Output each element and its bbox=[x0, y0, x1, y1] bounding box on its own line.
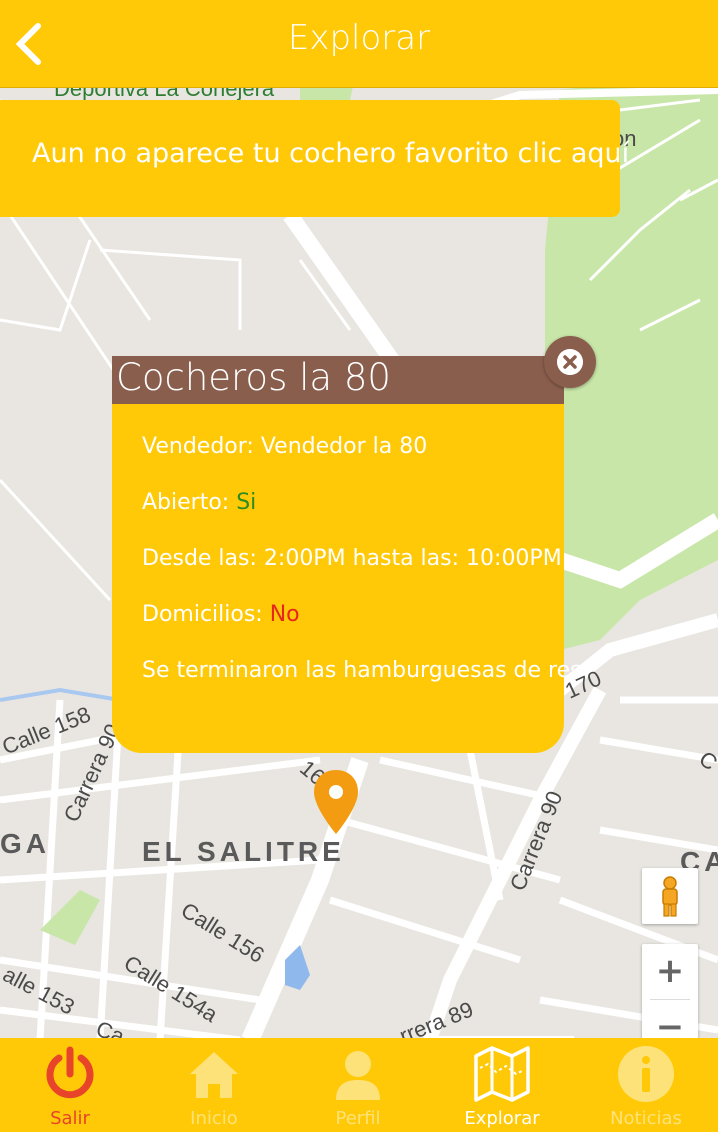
home-icon bbox=[190, 1052, 238, 1098]
area-label-ga: GA bbox=[0, 828, 50, 859]
cochero-info-window: Cocheros la 80 Vendedor: Vendedor la 80 … bbox=[112, 356, 582, 753]
area-label-el-salitre: EL SALITRE bbox=[142, 836, 345, 867]
nav-item-noticias[interactable]: Noticias bbox=[574, 1038, 718, 1132]
horario-desde: 2:00PM bbox=[263, 546, 346, 571]
domicilios-label: Domicilios: bbox=[142, 602, 263, 627]
abierto-row: Abierto: Si bbox=[142, 490, 256, 515]
banner-text: Aun no aparece tu cochero favorito clic … bbox=[32, 138, 630, 169]
power-icon bbox=[46, 1046, 94, 1099]
horario-hasta: 10:00PM bbox=[466, 546, 562, 571]
nav-item-salir[interactable]: Salir bbox=[0, 1038, 142, 1132]
nav-label-explorar: Explorar bbox=[464, 1108, 540, 1129]
info-icon bbox=[618, 1046, 674, 1102]
nav-label-perfil: Perfil bbox=[335, 1108, 381, 1129]
domicilios-value: No bbox=[269, 602, 300, 627]
user-icon bbox=[336, 1051, 380, 1100]
abierto-value: Si bbox=[236, 490, 257, 515]
app-header: Explorar bbox=[0, 0, 718, 88]
zoom-in-button[interactable]: + bbox=[642, 944, 698, 998]
street-view-button[interactable] bbox=[642, 868, 698, 924]
info-window-header: Cocheros la 80 bbox=[112, 356, 564, 404]
vendedor-row: Vendedor: Vendedor la 80 bbox=[142, 434, 427, 459]
map-icon bbox=[474, 1046, 530, 1102]
nav-item-explorar[interactable]: Explorar bbox=[430, 1038, 574, 1132]
nav-label-noticias: Noticias bbox=[610, 1108, 682, 1129]
close-info-button[interactable] bbox=[544, 336, 596, 388]
nav-label-salir: Salir bbox=[50, 1108, 90, 1129]
nota-text: Se terminaron las hamburguesas de res bbox=[142, 658, 582, 683]
nav-item-inicio[interactable]: Inicio bbox=[142, 1038, 286, 1132]
map-pin-icon[interactable] bbox=[312, 768, 360, 836]
abierto-label: Abierto: bbox=[142, 490, 230, 515]
pegman-icon bbox=[662, 876, 678, 917]
info-window-title: Cocheros la 80 bbox=[116, 356, 391, 399]
bottom-nav: Salir Inicio Perfil Explorar Noticias bbox=[0, 1038, 718, 1132]
add-cochero-banner[interactable]: Aun no aparece tu cochero favorito clic … bbox=[0, 100, 629, 217]
page-title: Explorar bbox=[287, 18, 431, 58]
horario-label: Desde las: bbox=[142, 546, 257, 571]
vendedor-value: Vendedor la 80 bbox=[260, 434, 428, 459]
horario-row: Desde las: 2:00PM hasta las: 10:00PM bbox=[142, 546, 562, 571]
horario-mid: hasta las: bbox=[352, 546, 460, 571]
close-icon bbox=[557, 349, 583, 375]
nav-label-inicio: Inicio bbox=[190, 1108, 238, 1129]
domicilios-row: Domicilios: No bbox=[142, 602, 300, 627]
vendedor-label: Vendedor: bbox=[142, 434, 254, 459]
nav-item-perfil[interactable]: Perfil bbox=[286, 1038, 430, 1132]
